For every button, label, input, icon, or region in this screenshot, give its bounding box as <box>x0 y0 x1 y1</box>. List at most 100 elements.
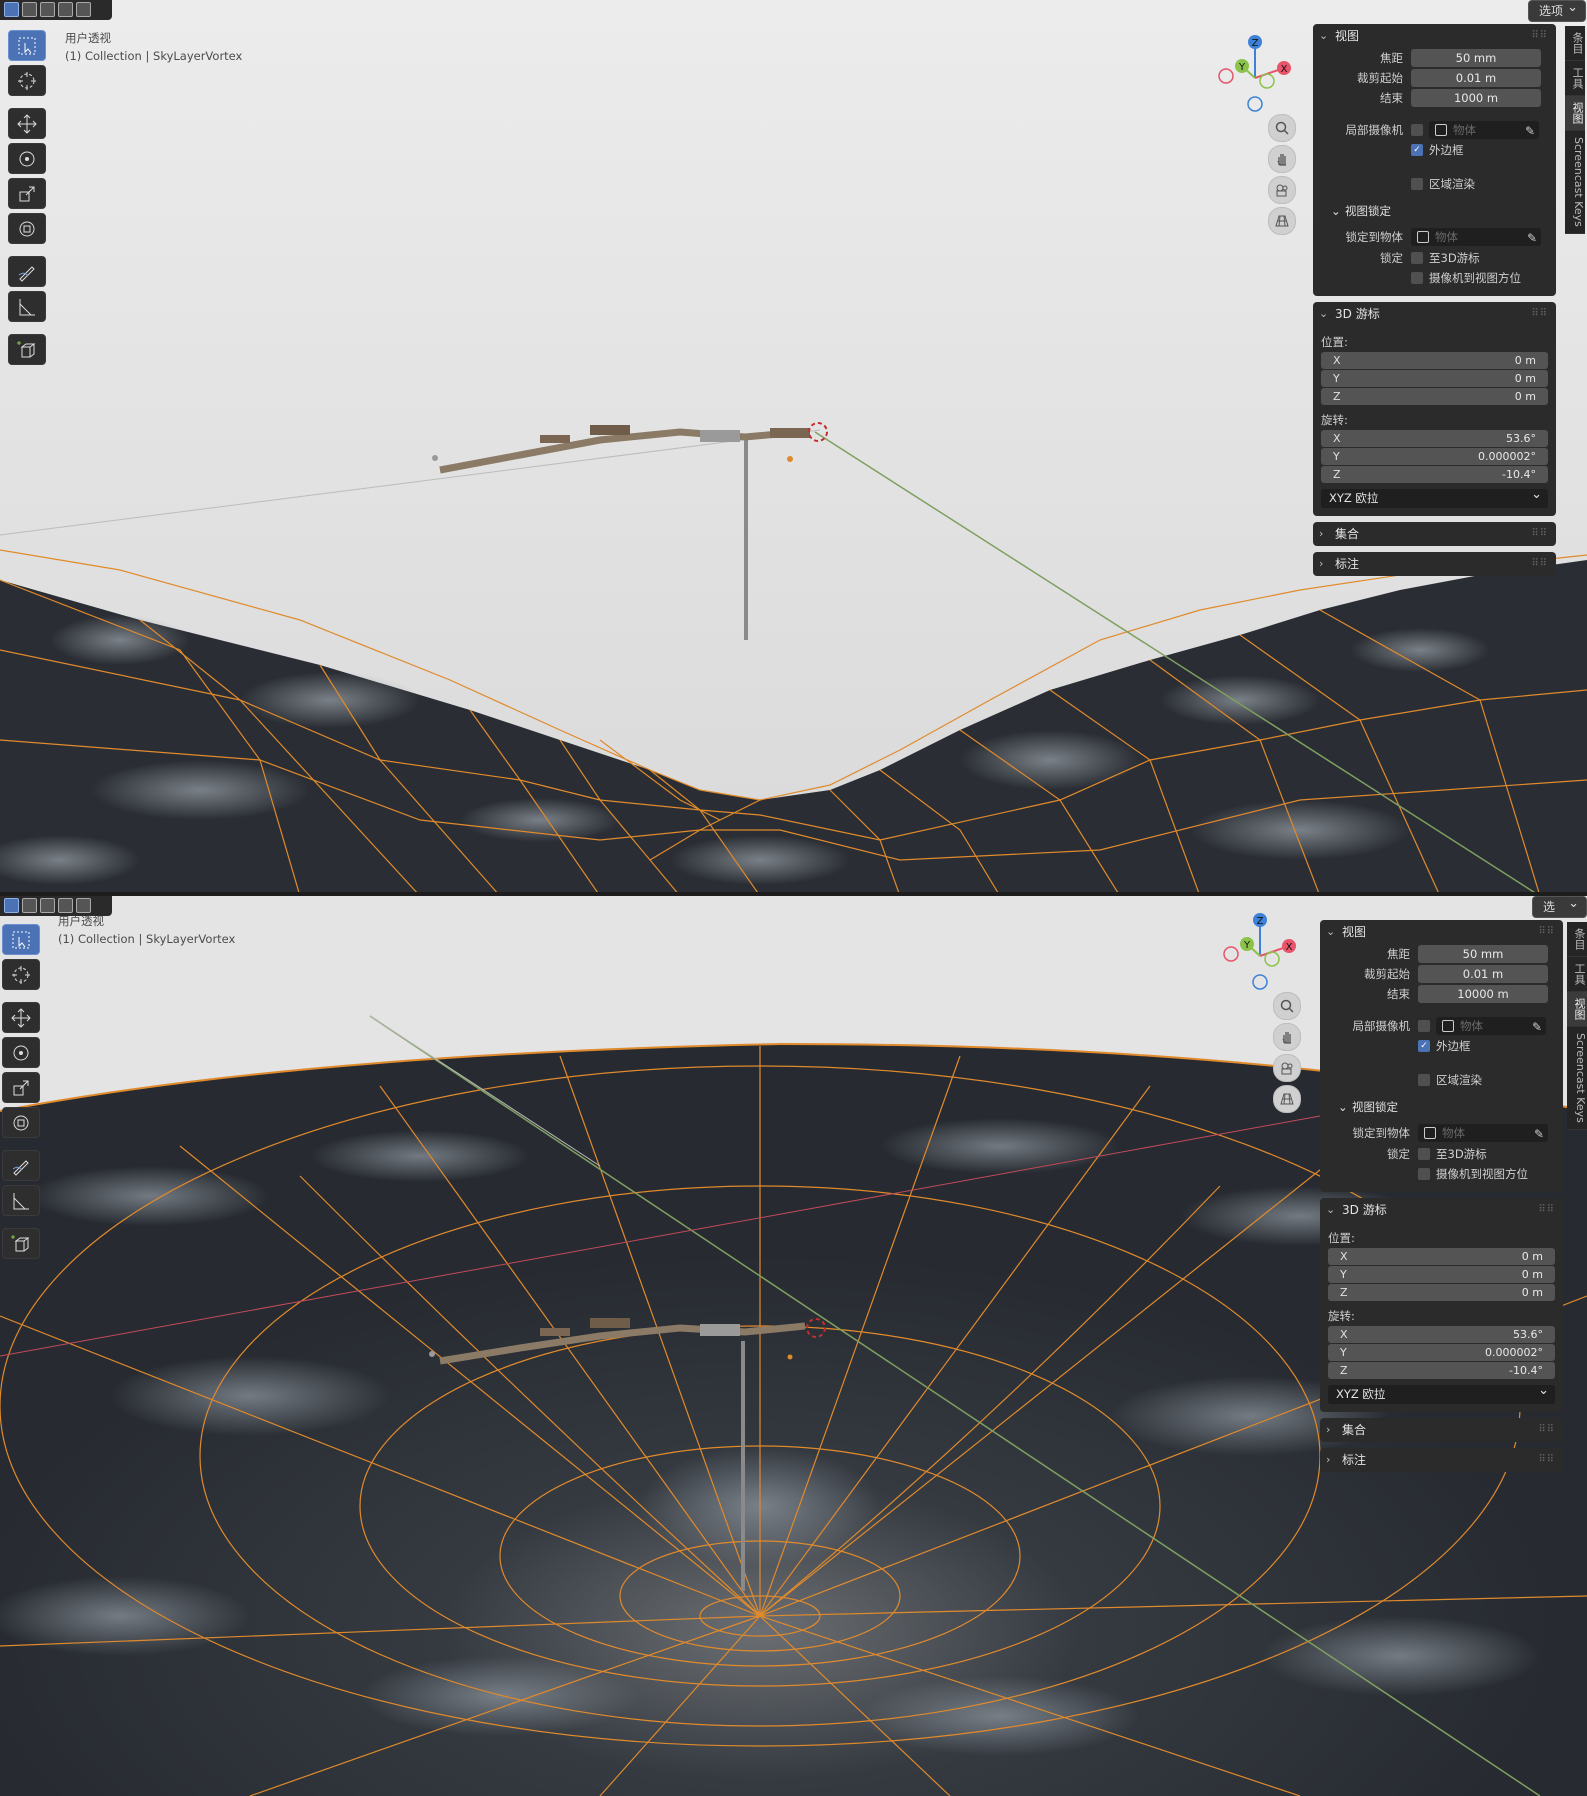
region-render-checkbox[interactable] <box>1411 178 1423 190</box>
mode-subtract-button[interactable] <box>40 898 55 913</box>
viewport-top[interactable]: 选项 用户透视 (1) Collection | SkyLayerVortex … <box>0 0 1587 896</box>
loc-y-field[interactable]: Y0 m <box>1321 370 1548 387</box>
focal-field[interactable]: 50 mm <box>1418 945 1548 963</box>
view-lock-subheader[interactable]: ⌄ 视图锁定 <box>1313 200 1556 222</box>
cursor-tool[interactable] <box>8 65 46 96</box>
focal-field[interactable]: 50 mm <box>1411 49 1541 67</box>
rot-y-field[interactable]: Y 0.000002° <box>1321 448 1548 465</box>
mode-extend-button[interactable] <box>22 2 37 17</box>
options-dropdown[interactable]: 选项 <box>1528 0 1587 22</box>
lock-cursor-checkbox[interactable] <box>1418 1148 1430 1160</box>
view-lock-subheader[interactable]: ⌄ 视图锁定 <box>1320 1096 1563 1118</box>
mode-new-button[interactable] <box>4 898 19 913</box>
tab-item[interactable]: 条目 <box>1565 26 1585 61</box>
axis-gizmo[interactable]: Z X Y <box>1217 910 1297 990</box>
axis-gizmo[interactable]: Z X Y <box>1212 32 1292 112</box>
mode-invert-button[interactable] <box>58 898 73 913</box>
collection-section[interactable]: › 集合 ⠿⠿ <box>1313 522 1556 546</box>
loc-y-field[interactable]: Y0 m <box>1328 1266 1555 1283</box>
cursor-section-header[interactable]: ⌄ 3D 游标 ⠿⠿ <box>1313 302 1556 326</box>
mode-new-button[interactable] <box>4 2 19 17</box>
viewport-bottom[interactable]: 选项 用户透视 (1) Collection | SkyLayerVortex … <box>0 896 1587 1796</box>
tab-view[interactable]: 视图 <box>1565 96 1585 131</box>
ortho-toggle-button[interactable] <box>1268 207 1296 235</box>
rot-x-field[interactable]: X 53.6° <box>1321 430 1548 447</box>
navigation-gizmo[interactable]: Z X Y <box>1217 910 1327 1190</box>
mode-invert-button[interactable] <box>58 2 73 17</box>
rot-z-field[interactable]: Z -10.4° <box>1321 466 1548 483</box>
clip-start-field[interactable]: 0.01 m <box>1411 69 1541 87</box>
transform-tool[interactable] <box>8 213 46 244</box>
ortho-toggle-button[interactable] <box>1273 1085 1301 1113</box>
mode-intersect-button[interactable] <box>76 898 91 913</box>
camera-view-button[interactable] <box>1268 176 1296 204</box>
local-camera-field[interactable]: 物体 ✎ <box>1436 1017 1546 1035</box>
cursor-tool[interactable] <box>2 959 40 990</box>
select-box-tool[interactable] <box>2 924 40 955</box>
camera-to-view-checkbox[interactable] <box>1418 1168 1430 1180</box>
rotation-mode-dropdown[interactable]: XYZ 欧拉 <box>1328 1381 1555 1404</box>
move-tool[interactable] <box>2 1002 40 1033</box>
scale-tool[interactable] <box>8 178 46 209</box>
select-box-tool[interactable] <box>8 30 46 61</box>
rot-z-field[interactable]: Z -10.4° <box>1328 1362 1555 1379</box>
clip-start-field[interactable]: 0.01 m <box>1418 965 1548 983</box>
rotation-mode-dropdown[interactable]: XYZ 欧拉 <box>1321 485 1548 508</box>
view-section-header[interactable]: ⌄ 视图 ⠿⠿ <box>1320 920 1563 944</box>
transform-tool[interactable] <box>2 1107 40 1138</box>
mode-subtract-button[interactable] <box>40 2 55 17</box>
loc-x-field[interactable]: X0 m <box>1321 352 1548 369</box>
rotate-tool[interactable] <box>8 143 46 174</box>
border-checkbox[interactable] <box>1418 1040 1430 1052</box>
local-camera-field[interactable]: 物体 ✎ <box>1429 121 1539 139</box>
clip-end-field[interactable]: 10000 m <box>1418 985 1548 1003</box>
loc-z-field[interactable]: Z0 m <box>1328 1284 1555 1301</box>
lock-object-field[interactable]: 物体 ✎ <box>1418 1124 1548 1142</box>
pan-button[interactable] <box>1273 1023 1301 1051</box>
annotate-tool[interactable] <box>8 256 46 287</box>
pan-button[interactable] <box>1268 145 1296 173</box>
cursor-section-header[interactable]: ⌄ 3D 游标 ⠿⠿ <box>1320 1198 1563 1222</box>
rot-y-field[interactable]: Y 0.000002° <box>1328 1344 1555 1361</box>
collection-section[interactable]: › 集合 ⠿⠿ <box>1320 1418 1563 1442</box>
n-panel-top: ⌄ 视图 ⠿⠿ 焦距 50 mm 裁剪起始 0.01 m 结束 1000 m 局部摄像机物… <box>1313 24 1556 582</box>
lock-cursor-checkbox[interactable] <box>1411 252 1423 264</box>
pencil-icon <box>18 265 35 282</box>
local-camera-checkbox[interactable] <box>1418 1020 1430 1032</box>
camera-to-view-checkbox[interactable] <box>1411 272 1423 284</box>
select-mode-buttons[interactable] <box>0 0 112 20</box>
tab-screencast-keys[interactable]: Screencast Keys <box>1567 1027 1587 1130</box>
rot-x-field[interactable]: X 53.6° <box>1328 1326 1555 1343</box>
add-cube-tool[interactable] <box>8 334 46 365</box>
scale-tool[interactable] <box>2 1072 40 1103</box>
options-dropdown[interactable]: 选项 <box>1532 896 1587 934</box>
view-section: ⌄ 视图 ⠿⠿ 焦距 50 mm 裁剪起始 0.01 m 结束 10000 m 局部摄像机… <box>1320 920 1563 1192</box>
annotation-section[interactable]: › 标注 ⠿⠿ <box>1320 1448 1563 1472</box>
local-camera-checkbox[interactable] <box>1411 124 1423 136</box>
zoom-button[interactable] <box>1268 114 1296 142</box>
lock-object-field[interactable]: 物体 ✎ <box>1411 228 1541 246</box>
move-tool[interactable] <box>8 108 46 139</box>
loc-x-field[interactable]: X0 m <box>1328 1248 1555 1265</box>
measure-tool[interactable] <box>2 1185 40 1216</box>
tab-tool[interactable]: 工具 <box>1567 957 1587 992</box>
loc-z-field[interactable]: Z0 m <box>1321 388 1548 405</box>
zoom-button[interactable] <box>1273 992 1301 1020</box>
measure-tool[interactable] <box>8 291 46 322</box>
clip-end-field[interactable]: 1000 m <box>1411 89 1541 107</box>
annotate-tool[interactable] <box>2 1150 40 1181</box>
camera-view-button[interactable] <box>1273 1054 1301 1082</box>
tab-item[interactable]: 条目 <box>1567 922 1587 957</box>
border-checkbox[interactable] <box>1411 144 1423 156</box>
tab-screencast-keys[interactable]: Screencast Keys <box>1565 131 1585 234</box>
region-render-checkbox[interactable] <box>1418 1074 1430 1086</box>
view-section-header[interactable]: ⌄ 视图 ⠿⠿ <box>1313 24 1556 48</box>
mode-extend-button[interactable] <box>22 898 37 913</box>
mode-intersect-button[interactable] <box>76 2 91 17</box>
annotation-section[interactable]: › 标注 ⠿⠿ <box>1313 552 1556 576</box>
navigation-gizmo[interactable]: Z X Y <box>1212 32 1322 312</box>
rotate-tool[interactable] <box>2 1037 40 1068</box>
add-cube-tool[interactable] <box>2 1228 40 1259</box>
tab-tool[interactable]: 工具 <box>1565 61 1585 96</box>
tab-view[interactable]: 视图 <box>1567 992 1587 1027</box>
